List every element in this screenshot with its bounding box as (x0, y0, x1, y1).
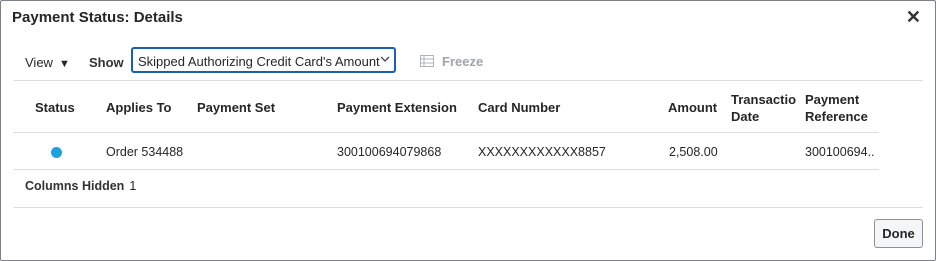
done-button[interactable]: Done (874, 219, 923, 248)
col-payment-reference-line1: Payment (805, 92, 860, 107)
show-label: Show (89, 55, 124, 70)
status-dot-icon (51, 147, 62, 158)
caret-down-icon: ▼ (58, 58, 70, 70)
show-select-value: Skipped Authorizing Credit Card's Amount (138, 54, 380, 69)
col-transaction-line2: Date (731, 109, 760, 124)
col-transaction-line1: Transactio (731, 92, 797, 107)
columns-hidden: Columns Hidden 1 (25, 179, 136, 193)
footer-divider (14, 207, 923, 208)
freeze-label: Freeze (442, 54, 484, 69)
columns-hidden-count: 1 (129, 179, 137, 193)
freeze-button[interactable]: Freeze (420, 54, 483, 69)
view-label: View (25, 55, 53, 70)
col-transaction-date[interactable]: Transactio Date (731, 91, 801, 125)
columns-hidden-label: Columns Hidden (25, 179, 125, 193)
cell-amount: 2,508.00 (669, 145, 718, 159)
col-card-number[interactable]: Card Number (478, 99, 560, 116)
dialog-title: Payment Status: Details (12, 9, 183, 26)
col-applies-to[interactable]: Applies To (106, 99, 171, 116)
header-divider (14, 132, 879, 133)
cell-card-number: XXXXXXXXXXXX8857 (478, 145, 606, 159)
col-payment-set[interactable]: Payment Set (197, 99, 275, 116)
show-select[interactable]: Skipped Authorizing Credit Card's Amount (131, 47, 396, 73)
cell-payment-reference: 300100694.. (805, 145, 875, 159)
close-icon[interactable]: ✕ (906, 8, 921, 26)
chevron-down-icon (380, 53, 390, 67)
cell-applies-to: Order 534488 (106, 145, 184, 159)
col-payment-reference-line2: Reference (805, 109, 868, 124)
row-divider (14, 169, 879, 170)
cell-payment-extension: 300100694079868 (337, 145, 442, 159)
col-payment-reference[interactable]: Payment Reference (805, 91, 868, 125)
col-amount[interactable]: Amount (668, 99, 717, 116)
col-payment-extension[interactable]: Payment Extension (337, 99, 457, 116)
view-menu[interactable]: View ▼ (25, 55, 70, 70)
toolbar: View ▼ Show Skipped Authorizing Credit Ca… (1, 46, 936, 78)
freeze-icon (420, 55, 434, 67)
payment-status-dialog: Payment Status: Details ✕ View ▼ Show Ski… (0, 0, 936, 261)
col-status[interactable]: Status (35, 99, 75, 116)
divider (14, 80, 923, 81)
